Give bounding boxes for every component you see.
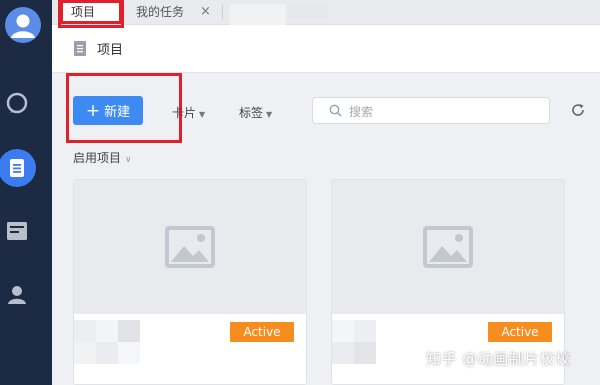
inbox-icon <box>7 222 27 240</box>
search-icon <box>329 104 342 117</box>
user-avatar-icon <box>11 14 35 38</box>
tag-filter-dropdown[interactable]: 标签 ▼ <box>239 104 272 121</box>
card-view-dropdown[interactable]: 卡片 ▼ <box>172 104 205 121</box>
project-thumbnail <box>74 180 306 314</box>
user-nav-button[interactable] <box>0 278 34 312</box>
chat-nav-button[interactable] <box>0 86 34 120</box>
image-placeholder-icon <box>165 226 215 268</box>
page-title: 项目 <box>97 43 124 58</box>
dropdown-label: 标签 <box>239 106 264 120</box>
breadcrumb: 项目 <box>52 25 600 73</box>
new-button[interactable]: + 新建 <box>73 96 143 125</box>
caret-down-icon: ▼ <box>266 110 273 119</box>
search-box[interactable] <box>312 97 550 124</box>
refresh-icon[interactable] <box>570 102 586 118</box>
search-input[interactable] <box>347 102 541 121</box>
chevron-down-icon: ∨ <box>125 155 132 165</box>
avatar[interactable] <box>5 7 41 43</box>
redacted-area <box>288 4 328 18</box>
project-thumbnail <box>332 180 564 314</box>
tab-projects[interactable]: 项目 <box>60 0 122 24</box>
inbox-nav-button[interactable] <box>0 214 34 248</box>
caret-down-icon: ▼ <box>199 110 206 119</box>
tab-my-tasks[interactable]: 我的任务 × <box>136 0 211 24</box>
nav-rail <box>0 0 52 385</box>
dropdown-label: 卡片 <box>172 106 197 120</box>
document-icon <box>10 159 24 177</box>
user-icon <box>8 286 26 304</box>
tab-bar: 项目 我的任务 × <box>52 0 600 32</box>
section-filter-dropdown[interactable]: 启用项目 ∨ <box>73 149 132 166</box>
project-nav-button[interactable] <box>0 149 36 187</box>
chat-icon <box>6 92 28 114</box>
plus-icon: + <box>85 100 101 121</box>
new-button-label: 新建 <box>104 105 131 120</box>
project-card[interactable]: Active <box>73 179 307 385</box>
section-label: 启用项目 <box>73 151 122 165</box>
watermark: 知乎 @动画制片校校 <box>426 350 571 368</box>
close-icon[interactable]: × <box>200 0 211 24</box>
status-badge: Active <box>488 322 552 342</box>
status-badge: Active <box>230 322 294 342</box>
image-placeholder-icon <box>423 226 473 268</box>
document-icon <box>74 41 86 56</box>
tab-label: 项目 <box>71 5 96 19</box>
tab-label: 我的任务 <box>136 5 185 19</box>
tab-divider <box>222 5 223 19</box>
